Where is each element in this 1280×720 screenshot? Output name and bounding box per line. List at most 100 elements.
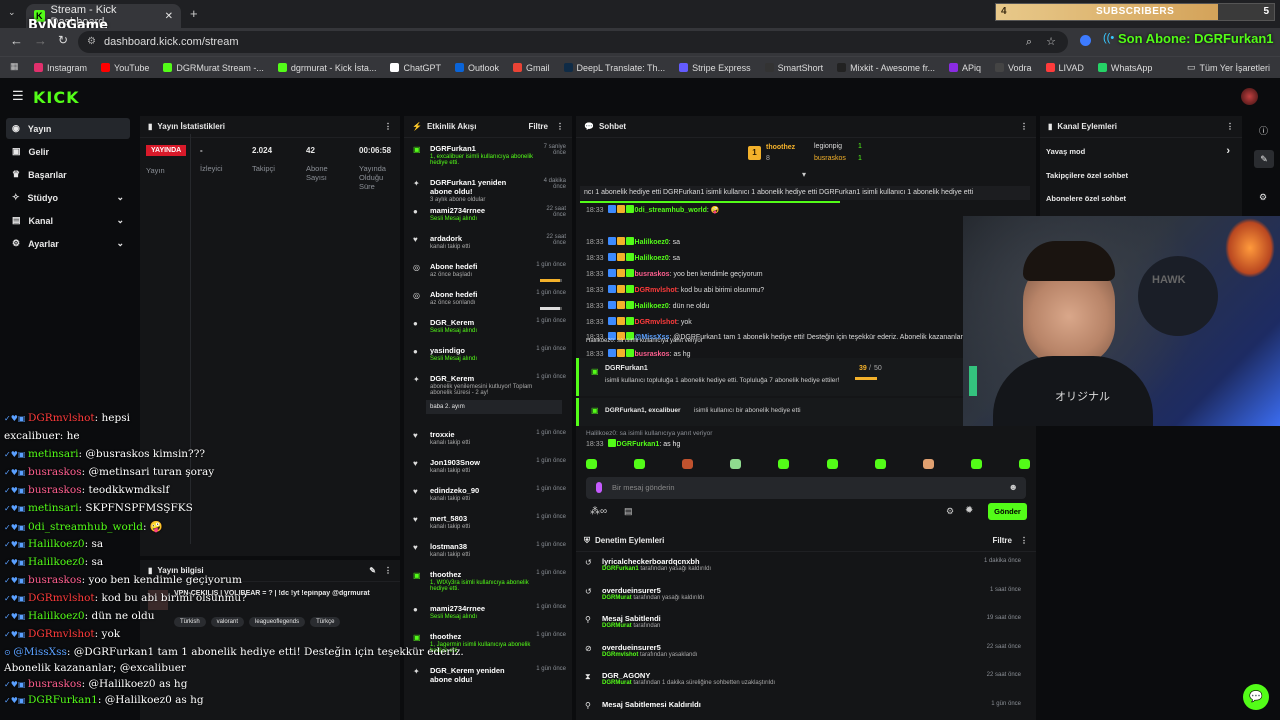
stream-tag[interactable]: Türkçe	[310, 617, 341, 627]
emote-icon[interactable]	[634, 459, 646, 469]
avatar[interactable]	[1241, 88, 1258, 105]
close-tab-icon[interactable]: ✕	[165, 11, 173, 22]
floating-chat-button[interactable]: 💬	[1243, 684, 1269, 710]
activity-item[interactable]: ◎ Abone hedefi az önce sonlandı 1 gün önce	[404, 290, 572, 310]
chat-username[interactable]: Halilkoez0	[635, 255, 669, 262]
activity-item[interactable]: ▣ DGRFurkan1 1, excalibuer isimli kullanıc…	[404, 144, 572, 166]
activity-item[interactable]: ● mami2734rrnee Sesli Mesaj alındı 22 saat …	[404, 206, 572, 222]
stream-tag[interactable]: valorant	[210, 617, 245, 627]
back-icon[interactable]: ←	[10, 33, 23, 48]
bookmark-item[interactable]: YouTube	[101, 63, 149, 73]
url-input[interactable]: ⚙ dashboard.kick.com/stream ⌕ ☆	[78, 31, 1068, 53]
extension-icon[interactable]	[1080, 35, 1091, 46]
bookmark-item[interactable]: Mixkit - Awesome fr...	[837, 63, 935, 73]
moderation-item[interactable]: ↺ lyricalcheckerboardqcnxbh DGRFurkan1 tar…	[576, 557, 1031, 572]
moderation-item[interactable]: ⊘ overdueinsurer5 DGRmvlshot tarafından ya…	[576, 643, 1031, 658]
leaderboard-expand-icon[interactable]: ▾	[802, 170, 806, 179]
moderation-item[interactable]: ⧗ DGR_AGONY DGRMurat tarafından 1 dakika s…	[576, 671, 1031, 686]
emote-icon[interactable]	[826, 459, 838, 469]
tab-menu-icon[interactable]: ⌄	[8, 7, 16, 18]
bookmark-item[interactable]: SmartShort	[764, 63, 823, 73]
activity-item[interactable]: ♥ ardadork kanalı takip etti 22 saat önce	[404, 234, 572, 250]
emote-icon[interactable]	[970, 459, 982, 469]
chat-username[interactable]: busraskos	[635, 351, 670, 358]
activity-item[interactable]: ◎ Abone hedefi az önce başladı 1 gün önce	[404, 262, 572, 282]
activity-item[interactable]: ▣ thoothez 1, WtXy3ra isimli kullanıcıya a…	[404, 570, 572, 592]
stats-menu-icon[interactable]: ⋮	[384, 122, 392, 131]
emote-icon[interactable]	[778, 459, 790, 469]
all-bookmarks-button[interactable]: ▭ Tüm Yer İşaretleri	[1187, 62, 1270, 73]
moderation-menu-icon[interactable]: ⋮	[1020, 536, 1028, 545]
zoom-search-icon[interactable]: ⌕	[1026, 31, 1032, 53]
activity-item[interactable]: ♥ mert_5803 kanalı takip etti 1 gün önce	[404, 514, 572, 530]
bookmark-item[interactable]: DeepL Translate: Th...	[563, 63, 665, 73]
chat-message[interactable]: 18:33 DGRmvlshot: yok	[586, 317, 966, 326]
bookmark-item[interactable]: Gmail	[513, 63, 550, 73]
channel-actions-menu-icon[interactable]: ⋮	[1226, 122, 1234, 131]
chat-users-icon[interactable]: ⁂∞	[590, 506, 607, 517]
chat-message[interactable]: 18:33 0di_streamhub_world: 🤪	[586, 205, 966, 214]
new-tab-icon[interactable]: +	[190, 6, 198, 21]
moderation-item[interactable]: ⚲ Mesaj Sabitlendi DGRMurat tarafından 19 s…	[576, 614, 1031, 629]
chat-username[interactable]: 0di_streamhub_world	[635, 207, 707, 214]
emoji-icon[interactable]: ☻	[1009, 482, 1018, 492]
channel-action-3[interactable]: Abonelere özel sohbet	[1046, 194, 1236, 203]
voice-message-icon[interactable]	[596, 482, 602, 493]
chat-username[interactable]: DGRmvlshot	[635, 287, 677, 294]
activity-item[interactable]: ♥ troxxie kanalı takip etti 1 gün önce	[404, 430, 572, 446]
bookmark-item[interactable]: DGRMurat Stream -...	[163, 63, 264, 73]
activity-item[interactable]: ✦ DGRFurkan1 yeniden abone oldu! 3 aylık a…	[404, 178, 572, 203]
chat-menu-icon[interactable]: ⋮	[1020, 122, 1028, 131]
settings-cog-icon[interactable]: ⚙	[1259, 192, 1267, 203]
emote-icon[interactable]	[682, 459, 694, 469]
bookmark-item[interactable]: Stripe Express	[679, 63, 751, 73]
bookmark-item[interactable]: Instagram	[34, 63, 87, 73]
send-button[interactable]: Gönder	[988, 503, 1027, 520]
sidebar-item-kanal[interactable]: ▤ Kanal ⌄	[6, 210, 130, 231]
activity-item[interactable]: ♥ edindzeko_90 kanalı takip etti 1 gün önce	[404, 486, 572, 502]
moderation-filter-button[interactable]: Filtre	[992, 536, 1012, 545]
moderation-item[interactable]: ↺ overdueinsurer5 DGRMurat tarafından yasa…	[576, 586, 1031, 601]
chat-message[interactable]: 18:33 Halilkoez0: sa	[586, 237, 966, 246]
activity-item[interactable]: ● yasindigo Sesli Mesaj alındı 1 gün önce	[404, 346, 572, 362]
stream-tag[interactable]: leagueoflegends	[249, 617, 306, 627]
sidebar-item-ayarlar[interactable]: ⚙ Ayarlar ⌄	[6, 233, 130, 254]
activity-item[interactable]: ✦ DGR_Kerem yeniden abone oldu! 1 gün önce	[404, 666, 572, 685]
chat-message[interactable]: 18:33 Halilkoez0: sa	[586, 253, 966, 262]
emote-icon[interactable]	[586, 459, 597, 469]
emote-icon[interactable]	[730, 459, 742, 469]
info-menu-icon[interactable]: ⋮	[384, 566, 392, 575]
bookmark-item[interactable]: APiq	[948, 63, 981, 73]
kick-logo[interactable]: KICK	[33, 88, 80, 107]
bookmark-item[interactable]: Vodra	[995, 63, 1032, 73]
chat-message[interactable]: 18:33 busraskos: as hg	[586, 349, 966, 358]
activity-item[interactable]: ✦ DGR_Kerem abonelik yenilemesini kutluyor…	[404, 374, 572, 414]
activity-filter-button[interactable]: Filtre	[528, 122, 548, 131]
bookmark-item[interactable]: dgrmurat - Kick İsta...	[277, 63, 376, 73]
activity-item[interactable]: ● mami2734rrnee Sesli Mesaj alındı 1 gün ön…	[404, 604, 572, 620]
chat-username[interactable]: busraskos	[635, 271, 670, 278]
chat-mod-icon[interactable]: ✹	[965, 505, 973, 516]
chat-username[interactable]: Halilkoez0	[635, 239, 669, 246]
sidebar-item-yayın[interactable]: ◉ Yayın	[6, 118, 130, 139]
chat-message[interactable]: 18:33 busraskos: yoo ben kendimle geçiyor…	[586, 269, 966, 278]
activity-menu-icon[interactable]: ⋮	[556, 122, 564, 131]
apps-grid-icon[interactable]: ▦	[10, 61, 19, 72]
sidebar-item-gelir[interactable]: ▣ Gelir	[6, 141, 130, 162]
edit-layout-icon[interactable]: ✎	[1254, 150, 1274, 168]
chat-username[interactable]: Halilkoez0	[635, 303, 669, 310]
info-circle-icon[interactable]: ⓘ	[1259, 124, 1268, 137]
bookmark-item[interactable]: LIVAD	[1045, 63, 1084, 73]
sidebar-item-başarılar[interactable]: ♛ Başarılar	[6, 164, 130, 185]
chat-settings-icon[interactable]: ⚙	[946, 506, 954, 517]
activity-item[interactable]: ♥ Jon1903Snow kanalı takip etti 1 gün önce	[404, 458, 572, 474]
emote-icon[interactable]	[1018, 459, 1030, 469]
chat-message[interactable]: 18:33 Halilkoez0: dün ne oldu	[586, 301, 966, 310]
channel-action-2[interactable]: Takipçilere özel sohbet	[1046, 171, 1236, 180]
chat-username[interactable]: DGRmvlshot	[635, 319, 677, 326]
bookmark-item[interactable]: Outlook	[454, 63, 499, 73]
forward-icon[interactable]: →	[34, 33, 47, 48]
stream-tag[interactable]: Türkish	[174, 617, 206, 627]
emote-icon[interactable]	[874, 459, 886, 469]
bookmark-item[interactable]: WhatsApp	[1097, 63, 1152, 73]
